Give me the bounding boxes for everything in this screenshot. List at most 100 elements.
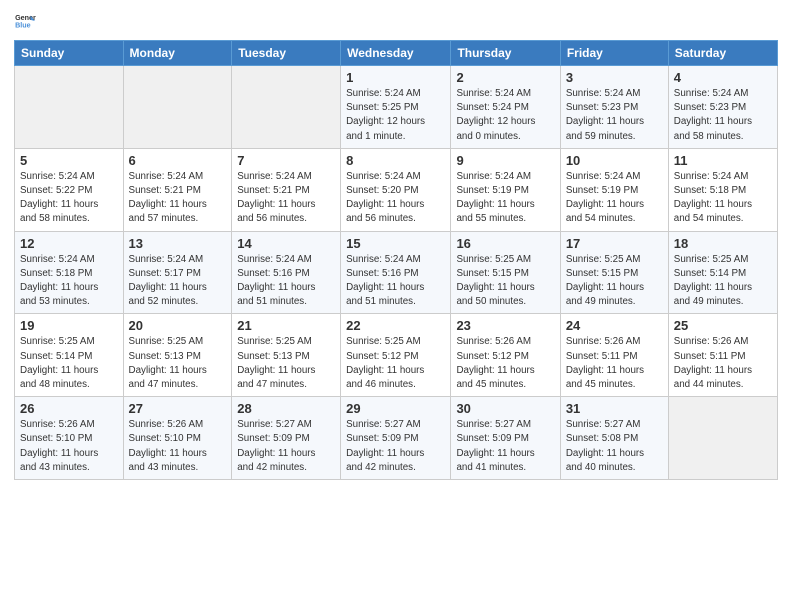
logo: General Blue — [14, 10, 36, 32]
day-number: 6 — [129, 153, 227, 168]
calendar-cell: 20 Sunrise: 5:25 AM Sunset: 5:13 PM Dayli… — [123, 314, 232, 397]
day-number: 13 — [129, 236, 227, 251]
calendar-cell: 14 Sunrise: 5:24 AM Sunset: 5:16 PM Dayli… — [232, 231, 341, 314]
day-info: Sunrise: 5:27 AM Sunset: 5:09 PM Dayligh… — [237, 418, 335, 475]
calendar-cell: 4 Sunrise: 5:24 AM Sunset: 5:23 PM Daylig… — [668, 66, 777, 149]
day-info: Sunrise: 5:24 AM Sunset: 5:21 PM Dayligh… — [237, 170, 335, 227]
calendar-week-row: 26 Sunrise: 5:26 AM Sunset: 5:10 PM Dayli… — [15, 397, 778, 480]
calendar-cell: 22Sunrise: 5:25 AM Sunset: 5:12 PM Dayli… — [341, 314, 451, 397]
day-number: 3 — [566, 70, 663, 85]
calendar-week-row: 5 Sunrise: 5:24 AM Sunset: 5:22 PM Daylig… — [15, 148, 778, 231]
day-number: 7 — [237, 153, 335, 168]
day-info: Sunrise: 5:26 AM Sunset: 5:10 PM Dayligh… — [20, 418, 118, 475]
day-info: Sunrise: 5:26 AM Sunset: 5:11 PM Dayligh… — [566, 335, 663, 392]
calendar-cell: 26 Sunrise: 5:26 AM Sunset: 5:10 PM Dayli… — [15, 397, 124, 480]
calendar-cell — [123, 66, 232, 149]
calendar-cell — [232, 66, 341, 149]
page-header: General Blue — [14, 10, 778, 32]
day-number: 15 — [346, 236, 445, 251]
calendar-cell: 9 Sunrise: 5:24 AM Sunset: 5:19 PM Daylig… — [451, 148, 560, 231]
calendar-cell: 18Sunrise: 5:25 AM Sunset: 5:14 PM Dayli… — [668, 231, 777, 314]
calendar-cell: 6Sunrise: 5:24 AM Sunset: 5:21 PM Daylig… — [123, 148, 232, 231]
weekday-header-row: SundayMondayTuesdayWednesdayThursdayFrid… — [15, 41, 778, 66]
calendar-cell: 29 Sunrise: 5:27 AM Sunset: 5:09 PM Dayli… — [341, 397, 451, 480]
day-info: Sunrise: 5:24 AM Sunset: 5:23 PM Dayligh… — [674, 87, 772, 144]
day-number: 26 — [20, 401, 118, 416]
day-number: 27 — [129, 401, 227, 416]
weekday-header-sunday: Sunday — [15, 41, 124, 66]
weekday-header-saturday: Saturday — [668, 41, 777, 66]
day-info: Sunrise: 5:24 AM Sunset: 5:19 PM Dayligh… — [566, 170, 663, 227]
day-info: Sunrise: 5:26 AM Sunset: 5:12 PM Dayligh… — [456, 335, 554, 392]
day-info: Sunrise: 5:24 AM Sunset: 5:16 PM Dayligh… — [346, 253, 445, 310]
day-number: 29 — [346, 401, 445, 416]
day-info: Sunrise: 5:25 AM Sunset: 5:14 PM Dayligh… — [20, 335, 118, 392]
day-number: 25 — [674, 318, 772, 333]
calendar-week-row: 19 Sunrise: 5:25 AM Sunset: 5:14 PM Dayli… — [15, 314, 778, 397]
calendar-cell — [15, 66, 124, 149]
day-number: 16 — [456, 236, 554, 251]
weekday-header-tuesday: Tuesday — [232, 41, 341, 66]
calendar-cell: 12Sunrise: 5:24 AM Sunset: 5:18 PM Dayli… — [15, 231, 124, 314]
day-number: 5 — [20, 153, 118, 168]
calendar-cell: 15 Sunrise: 5:24 AM Sunset: 5:16 PM Dayli… — [341, 231, 451, 314]
day-info: Sunrise: 5:24 AM Sunset: 5:20 PM Dayligh… — [346, 170, 445, 227]
svg-text:Blue: Blue — [15, 22, 31, 30]
day-info: Sunrise: 5:25 AM Sunset: 5:13 PM Dayligh… — [237, 335, 335, 392]
calendar-table: SundayMondayTuesdayWednesdayThursdayFrid… — [14, 40, 778, 480]
calendar-cell: 11 Sunrise: 5:24 AM Sunset: 5:18 PM Dayli… — [668, 148, 777, 231]
calendar-cell: 13 Sunrise: 5:24 AM Sunset: 5:17 PM Dayli… — [123, 231, 232, 314]
calendar-cell: 16 Sunrise: 5:25 AM Sunset: 5:15 PM Dayli… — [451, 231, 560, 314]
day-info: Sunrise: 5:24 AM Sunset: 5:18 PM Dayligh… — [674, 170, 772, 227]
day-number: 1 — [346, 70, 445, 85]
day-number: 22 — [346, 318, 445, 333]
calendar-cell: 5 Sunrise: 5:24 AM Sunset: 5:22 PM Daylig… — [15, 148, 124, 231]
weekday-header-thursday: Thursday — [451, 41, 560, 66]
calendar-header: SundayMondayTuesdayWednesdayThursdayFrid… — [15, 41, 778, 66]
day-number: 28 — [237, 401, 335, 416]
day-info: Sunrise: 5:25 AM Sunset: 5:15 PM Dayligh… — [456, 253, 554, 310]
calendar-cell: 1 Sunrise: 5:24 AM Sunset: 5:25 PM Daylig… — [341, 66, 451, 149]
day-number: 10 — [566, 153, 663, 168]
calendar-cell: 21 Sunrise: 5:25 AM Sunset: 5:13 PM Dayli… — [232, 314, 341, 397]
calendar-cell: 2Sunrise: 5:24 AM Sunset: 5:24 PM Daylig… — [451, 66, 560, 149]
weekday-header-monday: Monday — [123, 41, 232, 66]
day-info: Sunrise: 5:27 AM Sunset: 5:09 PM Dayligh… — [456, 418, 554, 475]
calendar-cell: 10 Sunrise: 5:24 AM Sunset: 5:19 PM Dayli… — [560, 148, 668, 231]
day-info: Sunrise: 5:25 AM Sunset: 5:13 PM Dayligh… — [129, 335, 227, 392]
day-info: Sunrise: 5:25 AM Sunset: 5:15 PM Dayligh… — [566, 253, 663, 310]
day-info: Sunrise: 5:26 AM Sunset: 5:10 PM Dayligh… — [129, 418, 227, 475]
day-number: 9 — [456, 153, 554, 168]
day-info: Sunrise: 5:27 AM Sunset: 5:09 PM Dayligh… — [346, 418, 445, 475]
day-number: 21 — [237, 318, 335, 333]
calendar-cell: 25Sunrise: 5:26 AM Sunset: 5:11 PM Dayli… — [668, 314, 777, 397]
day-number: 30 — [456, 401, 554, 416]
calendar-cell: 7 Sunrise: 5:24 AM Sunset: 5:21 PM Daylig… — [232, 148, 341, 231]
calendar-week-row: 12Sunrise: 5:24 AM Sunset: 5:18 PM Dayli… — [15, 231, 778, 314]
day-info: Sunrise: 5:24 AM Sunset: 5:25 PM Dayligh… — [346, 87, 445, 144]
day-number: 24 — [566, 318, 663, 333]
day-number: 11 — [674, 153, 772, 168]
day-number: 17 — [566, 236, 663, 251]
logo-icon: General Blue — [14, 10, 36, 32]
day-number: 23 — [456, 318, 554, 333]
day-info: Sunrise: 5:24 AM Sunset: 5:18 PM Dayligh… — [20, 253, 118, 310]
calendar-cell: 23 Sunrise: 5:26 AM Sunset: 5:12 PM Dayli… — [451, 314, 560, 397]
day-number: 31 — [566, 401, 663, 416]
day-number: 20 — [129, 318, 227, 333]
day-info: Sunrise: 5:24 AM Sunset: 5:22 PM Dayligh… — [20, 170, 118, 227]
day-number: 19 — [20, 318, 118, 333]
day-number: 2 — [456, 70, 554, 85]
calendar-cell: 31 Sunrise: 5:27 AM Sunset: 5:08 PM Dayli… — [560, 397, 668, 480]
calendar-cell — [668, 397, 777, 480]
calendar-cell: 19 Sunrise: 5:25 AM Sunset: 5:14 PM Dayli… — [15, 314, 124, 397]
calendar-week-row: 1 Sunrise: 5:24 AM Sunset: 5:25 PM Daylig… — [15, 66, 778, 149]
day-number: 4 — [674, 70, 772, 85]
day-info: Sunrise: 5:24 AM Sunset: 5:19 PM Dayligh… — [456, 170, 554, 227]
day-info: Sunrise: 5:27 AM Sunset: 5:08 PM Dayligh… — [566, 418, 663, 475]
calendar-cell: 24 Sunrise: 5:26 AM Sunset: 5:11 PM Dayli… — [560, 314, 668, 397]
svg-text:General: General — [15, 14, 36, 22]
day-info: Sunrise: 5:24 AM Sunset: 5:17 PM Dayligh… — [129, 253, 227, 310]
day-info: Sunrise: 5:24 AM Sunset: 5:16 PM Dayligh… — [237, 253, 335, 310]
day-number: 14 — [237, 236, 335, 251]
